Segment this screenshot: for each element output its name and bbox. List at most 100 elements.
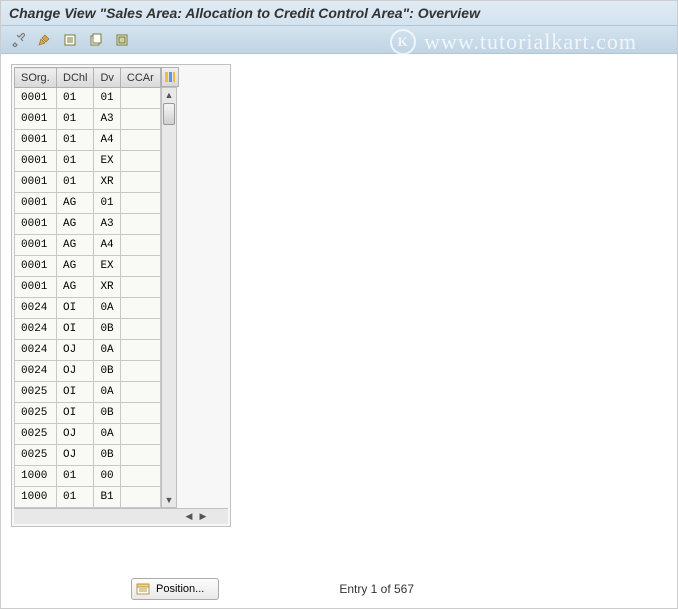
table-row[interactable]: 0001AG01 — [15, 193, 161, 214]
table-config-icon[interactable] — [161, 67, 179, 87]
header-ccar[interactable]: CCAr — [120, 68, 160, 88]
cell-sorg[interactable]: 0001 — [15, 109, 57, 130]
header-sorg[interactable]: SOrg. — [15, 68, 57, 88]
cell-sorg[interactable]: 0001 — [15, 256, 57, 277]
cell-sorg[interactable]: 0001 — [15, 172, 57, 193]
table-row[interactable]: 0024OJ0B — [15, 361, 161, 382]
cell-dv[interactable]: A3 — [94, 214, 120, 235]
header-dv[interactable]: Dv — [94, 68, 120, 88]
scroll-down-icon[interactable]: ▼ — [162, 493, 176, 507]
cell-dchl[interactable]: OJ — [57, 361, 94, 382]
cell-dv[interactable]: B1 — [94, 487, 120, 508]
cell-sorg[interactable]: 0025 — [15, 424, 57, 445]
table-row[interactable]: 0024OJ0A — [15, 340, 161, 361]
cell-dchl[interactable]: OJ — [57, 340, 94, 361]
header-dchl[interactable]: DChl — [57, 68, 94, 88]
cell-dchl[interactable]: OI — [57, 403, 94, 424]
cell-ccar[interactable] — [120, 382, 160, 403]
table-row[interactable]: 00010101 — [15, 88, 161, 109]
table-row[interactable]: 0001AGXR — [15, 277, 161, 298]
cell-dv[interactable]: EX — [94, 151, 120, 172]
cell-dv[interactable]: 01 — [94, 193, 120, 214]
cell-dv[interactable]: 00 — [94, 466, 120, 487]
vertical-scrollbar[interactable]: ▲ ▼ — [161, 87, 177, 508]
cell-sorg[interactable]: 0025 — [15, 382, 57, 403]
tools-icon[interactable] — [7, 30, 29, 50]
cell-dv[interactable]: 0A — [94, 424, 120, 445]
table-row[interactable]: 0024OI0B — [15, 319, 161, 340]
cell-dchl[interactable]: 01 — [57, 466, 94, 487]
cell-dchl[interactable]: 01 — [57, 109, 94, 130]
scroll-up-icon[interactable]: ▲ — [162, 88, 176, 102]
table-row[interactable]: 000101A4 — [15, 130, 161, 151]
cell-sorg[interactable]: 0001 — [15, 88, 57, 109]
cell-sorg[interactable]: 0025 — [15, 445, 57, 466]
cell-ccar[interactable] — [120, 487, 160, 508]
cell-sorg[interactable]: 0001 — [15, 130, 57, 151]
table-row[interactable]: 0001AGEX — [15, 256, 161, 277]
cell-dchl[interactable]: AG — [57, 235, 94, 256]
cell-dchl[interactable]: AG — [57, 277, 94, 298]
select-all-icon[interactable] — [111, 30, 133, 50]
cell-ccar[interactable] — [120, 172, 160, 193]
cell-ccar[interactable] — [120, 256, 160, 277]
cell-ccar[interactable] — [120, 424, 160, 445]
cell-ccar[interactable] — [120, 298, 160, 319]
table-row[interactable]: 10000100 — [15, 466, 161, 487]
cell-dv[interactable]: XR — [94, 172, 120, 193]
cell-ccar[interactable] — [120, 277, 160, 298]
table-row[interactable]: 000101XR — [15, 172, 161, 193]
cell-sorg[interactable]: 0001 — [15, 277, 57, 298]
cell-ccar[interactable] — [120, 445, 160, 466]
position-button[interactable]: Position... — [131, 578, 219, 600]
cell-dchl[interactable]: AG — [57, 193, 94, 214]
cell-dchl[interactable]: OJ — [57, 445, 94, 466]
cell-ccar[interactable] — [120, 214, 160, 235]
cell-dv[interactable]: 0A — [94, 340, 120, 361]
cell-ccar[interactable] — [120, 340, 160, 361]
cell-dchl[interactable]: 01 — [57, 88, 94, 109]
cell-ccar[interactable] — [120, 130, 160, 151]
cell-dchl[interactable]: AG — [57, 214, 94, 235]
cell-sorg[interactable]: 1000 — [15, 487, 57, 508]
cell-dv[interactable]: A3 — [94, 109, 120, 130]
copy-icon[interactable] — [85, 30, 107, 50]
cell-sorg[interactable]: 0024 — [15, 319, 57, 340]
cell-dv[interactable]: 0A — [94, 382, 120, 403]
cell-sorg[interactable]: 0024 — [15, 298, 57, 319]
cell-ccar[interactable] — [120, 466, 160, 487]
cell-ccar[interactable] — [120, 88, 160, 109]
cell-sorg[interactable]: 0001 — [15, 214, 57, 235]
cell-dchl[interactable]: 01 — [57, 151, 94, 172]
horizontal-scrollbar[interactable]: ◀ ▶ — [14, 508, 228, 524]
table-row[interactable]: 0025OJ0A — [15, 424, 161, 445]
cell-ccar[interactable] — [120, 319, 160, 340]
table-row[interactable]: 0001AGA4 — [15, 235, 161, 256]
table-row[interactable]: 000101EX — [15, 151, 161, 172]
scroll-thumb[interactable] — [163, 103, 175, 125]
cell-sorg[interactable]: 1000 — [15, 466, 57, 487]
table-row[interactable]: 000101A3 — [15, 109, 161, 130]
cell-ccar[interactable] — [120, 109, 160, 130]
cell-sorg[interactable]: 0024 — [15, 340, 57, 361]
table-row[interactable]: 0024OI0A — [15, 298, 161, 319]
table-row[interactable]: 0001AGA3 — [15, 214, 161, 235]
cell-dv[interactable]: 0B — [94, 445, 120, 466]
cell-sorg[interactable]: 0001 — [15, 193, 57, 214]
cell-dchl[interactable]: AG — [57, 256, 94, 277]
cell-dv[interactable]: 01 — [94, 88, 120, 109]
cell-ccar[interactable] — [120, 235, 160, 256]
cell-sorg[interactable]: 0001 — [15, 151, 57, 172]
new-entries-icon[interactable] — [59, 30, 81, 50]
cell-dv[interactable]: A4 — [94, 130, 120, 151]
pencil-icon[interactable] — [33, 30, 55, 50]
cell-dv[interactable]: EX — [94, 256, 120, 277]
cell-dv[interactable]: 0B — [94, 403, 120, 424]
scroll-right-icon[interactable]: ▶ — [196, 510, 210, 524]
cell-dchl[interactable]: OI — [57, 298, 94, 319]
cell-ccar[interactable] — [120, 193, 160, 214]
cell-ccar[interactable] — [120, 403, 160, 424]
cell-dchl[interactable]: 01 — [57, 172, 94, 193]
table-row[interactable]: 0025OI0A — [15, 382, 161, 403]
table-row[interactable]: 0025OI0B — [15, 403, 161, 424]
